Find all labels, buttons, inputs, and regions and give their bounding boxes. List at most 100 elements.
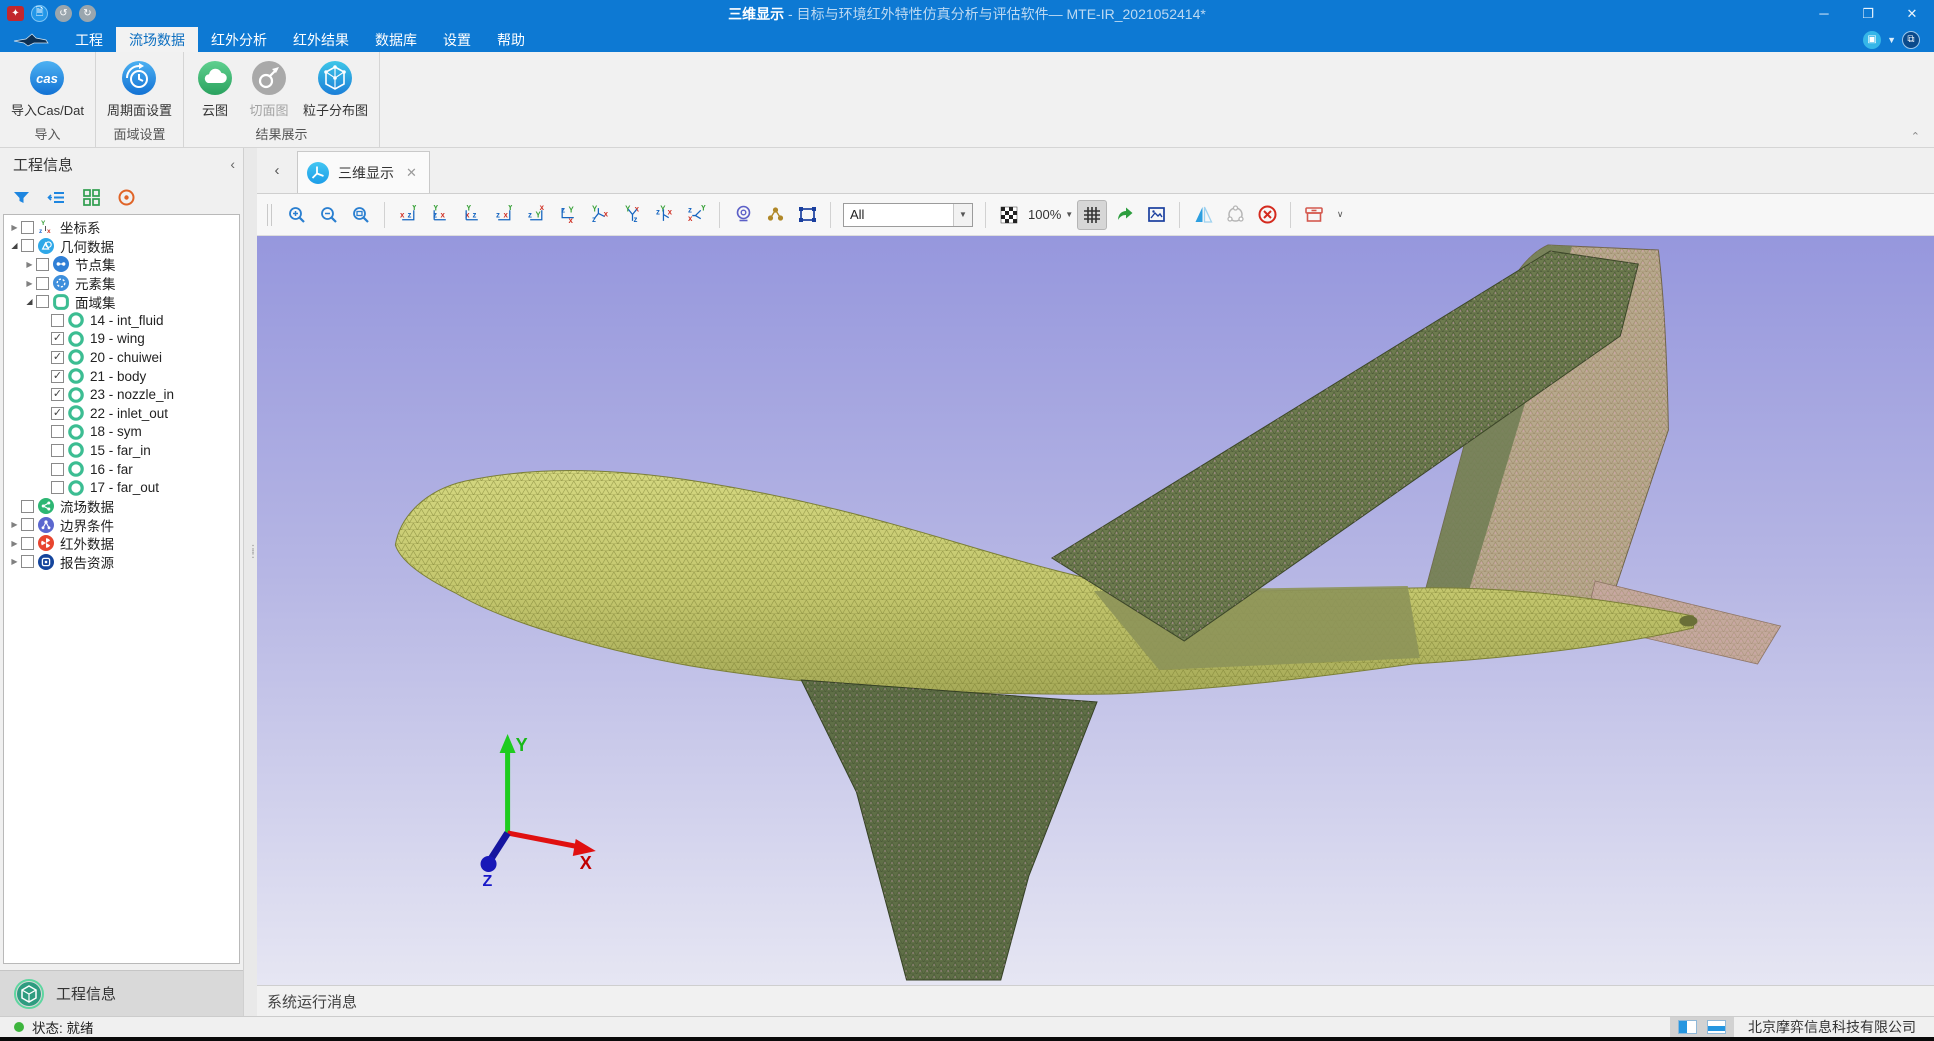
tree-checkbox[interactable] (51, 425, 64, 438)
display-filter-dropdown[interactable]: All ▼ (843, 203, 973, 227)
minimize-icon[interactable]: ─ (1802, 0, 1846, 27)
layout-left-icon[interactable] (1678, 1020, 1697, 1034)
tree-item[interactable]: 17 - far_out (4, 478, 239, 497)
tree-item[interactable]: ✓21 - body (4, 367, 239, 386)
link-nodes-icon[interactable] (1220, 200, 1250, 230)
import-cas-dat-button[interactable]: cas 导入Cas/Dat (6, 56, 89, 121)
periodic-face-settings-button[interactable]: 周期面设置 (102, 56, 177, 121)
menu-item-engineering[interactable]: 工程 (62, 27, 116, 52)
viewport-3d[interactable]: Y X Z (257, 236, 1934, 985)
tree-item[interactable]: 18 - sym (4, 423, 239, 442)
tree-checkbox[interactable]: ✓ (51, 332, 64, 345)
tree-item[interactable]: 14 - int_fluid (4, 311, 239, 330)
restore-icon[interactable]: ❐ (1846, 0, 1890, 27)
panel-collapse-icon[interactable]: ‹ (230, 156, 235, 172)
layout-bottom-icon[interactable] (1707, 1020, 1726, 1034)
tree-checkbox[interactable] (36, 277, 49, 290)
tab-scroll-left-icon[interactable]: ‹ (257, 148, 297, 193)
tree-item[interactable]: ✓19 - wing (4, 330, 239, 349)
zoom-level-control[interactable]: 100%▼ (1028, 207, 1073, 222)
quick-view-icon[interactable]: ▣ (1863, 31, 1881, 49)
tree-item[interactable]: ✓22 - inlet_out (4, 404, 239, 423)
tree-expander-icon[interactable]: ▶ (8, 520, 21, 529)
tree-checkbox[interactable] (21, 500, 34, 513)
panel-bottom-tab[interactable]: 工程信息 (0, 970, 243, 1016)
iso-view-1-icon[interactable]: Yxz (585, 200, 615, 230)
tree-checkbox[interactable] (51, 481, 64, 494)
tree-checkbox[interactable] (51, 444, 64, 457)
view-right-icon[interactable]: zxY (489, 200, 519, 230)
tree-item[interactable]: ▶边界条件 (4, 516, 239, 535)
tree-item[interactable]: 16 - far (4, 460, 239, 479)
grid-icon[interactable] (1077, 200, 1107, 230)
tree-checkbox[interactable]: ✓ (51, 388, 64, 401)
snapshot-icon[interactable] (1141, 200, 1171, 230)
tree-item[interactable]: ▶节点集 (4, 255, 239, 274)
tree-checkbox[interactable]: ✓ (51, 370, 64, 383)
tree-expander-icon[interactable]: ▶ (23, 260, 36, 269)
locate-target-icon[interactable] (117, 188, 136, 207)
tree-checkbox[interactable]: ✓ (51, 407, 64, 420)
tree-expander-icon[interactable]: ▶ (8, 539, 21, 548)
tree-item[interactable]: 流场数据 (4, 497, 239, 516)
filter-icon[interactable] (12, 188, 31, 207)
tree-item[interactable]: ✓23 - nozzle_in (4, 385, 239, 404)
view-front-icon[interactable]: xzY (393, 200, 423, 230)
zoom-out-icon[interactable] (314, 200, 344, 230)
tab-close-icon[interactable]: ✕ (402, 165, 417, 181)
archive-caret-icon[interactable]: ∨ (1331, 200, 1349, 230)
tree-checkbox[interactable] (21, 221, 34, 234)
panel-splitter[interactable]: ⋮⋮ (243, 148, 257, 1016)
tree-checkbox[interactable] (21, 239, 34, 252)
help-book-icon[interactable]: ⧉ (1902, 31, 1920, 49)
tree-expander-icon[interactable]: ▶ (8, 223, 21, 232)
tree-item[interactable]: ◢面域集 (4, 292, 239, 311)
menu-item-infrared-results[interactable]: 红外结果 (280, 27, 362, 52)
select-box-icon[interactable] (792, 200, 822, 230)
transparency-icon[interactable] (994, 200, 1024, 230)
app-logo-icon[interactable]: ✦ (7, 6, 24, 21)
cancel-icon[interactable] (1252, 200, 1282, 230)
iso-view-2-icon[interactable]: Yxz (617, 200, 647, 230)
tree-expander-icon[interactable]: ◢ (23, 297, 36, 306)
redo-icon[interactable]: ↻ (79, 5, 96, 22)
tab-3d-view[interactable]: 三维显示 ✕ (297, 151, 430, 193)
quick-view-caret-icon[interactable]: ▼ (1887, 35, 1896, 45)
tree-checkbox[interactable] (21, 518, 34, 531)
export-icon[interactable] (1109, 200, 1139, 230)
tree-item[interactable]: ▶红外数据 (4, 534, 239, 553)
tree-item[interactable]: ✓20 - chuiwei (4, 348, 239, 367)
zoom-caret-icon[interactable]: ▼ (1065, 210, 1073, 219)
tree-checkbox[interactable] (36, 295, 49, 308)
particle-distribution-button[interactable]: 粒子分布图 (298, 56, 373, 121)
view-back-icon[interactable]: Yzx (425, 200, 455, 230)
tree-checkbox[interactable] (21, 537, 34, 550)
tree-checkbox[interactable] (21, 555, 34, 568)
cloud-map-button[interactable]: 云图 (190, 56, 240, 121)
undo-icon[interactable]: ↺ (55, 5, 72, 22)
new-document-icon[interactable]: 🗎 (31, 5, 48, 22)
iso-view-3-icon[interactable]: Yxz (649, 200, 679, 230)
archive-box-icon[interactable] (1299, 200, 1329, 230)
zoom-fit-icon[interactable] (346, 200, 376, 230)
tree-expander-icon[interactable]: ▶ (23, 279, 36, 288)
view-left-icon[interactable]: Yxz (457, 200, 487, 230)
toolbar-drag-handle[interactable] (267, 204, 272, 226)
menu-item-database[interactable]: 数据库 (362, 27, 430, 52)
tree-expander-icon[interactable]: ◢ (8, 241, 21, 250)
close-icon[interactable]: ✕ (1890, 0, 1934, 27)
system-message-panel[interactable]: 系统运行消息 (257, 985, 1934, 1016)
particles-icon[interactable] (760, 200, 790, 230)
tree-item[interactable]: ◢几何数据 (4, 237, 239, 256)
tree-item[interactable]: ▶报告资源 (4, 553, 239, 572)
tree-expander-icon[interactable]: ▶ (8, 557, 21, 566)
view-top-icon[interactable]: zYx (521, 200, 551, 230)
tree-item[interactable]: 15 - far_in (4, 441, 239, 460)
tree-item[interactable]: ▶元素集 (4, 274, 239, 293)
zoom-in-icon[interactable] (282, 200, 312, 230)
menu-item-flowfield-data[interactable]: 流场数据 (116, 27, 198, 52)
tree-checkbox[interactable] (51, 314, 64, 327)
iso-view-4-icon[interactable]: zxY (681, 200, 711, 230)
list-settings-icon[interactable] (47, 188, 66, 207)
menu-item-infrared-analysis[interactable]: 红外分析 (198, 27, 280, 52)
